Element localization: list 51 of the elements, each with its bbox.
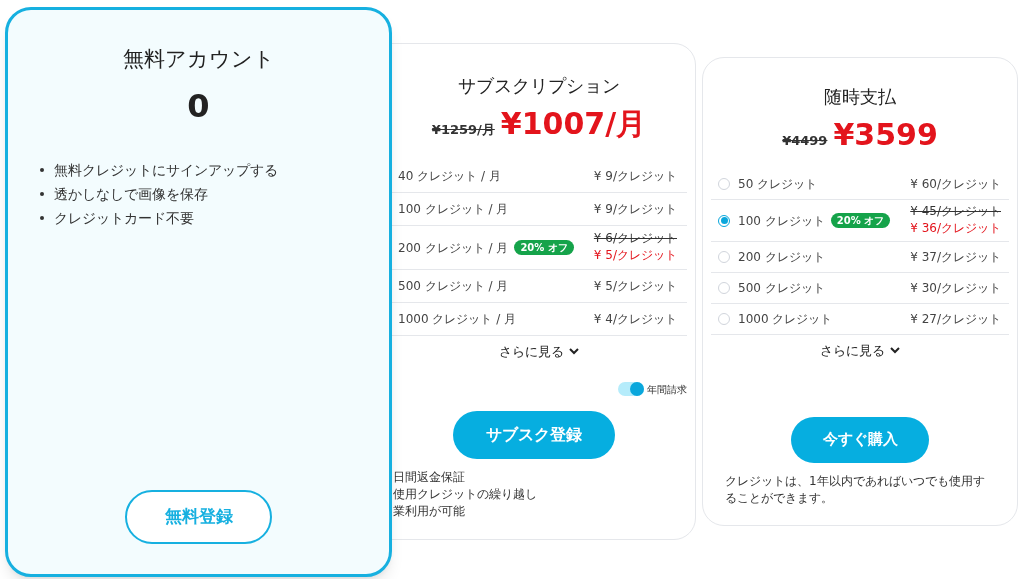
feature-text: クレジットカード不要 (54, 208, 194, 228)
feature-text: 透かしなしで画像を保存 (54, 184, 208, 204)
toggle-switch[interactable] (618, 382, 644, 396)
unit-price: ¥ 27/クレジット (910, 311, 1001, 328)
bullet-icon (40, 168, 44, 172)
unit-price: ¥ 9/クレジット (593, 168, 677, 185)
free-signup-button[interactable]: 無料登録 (125, 490, 272, 544)
feature-text: 無料クレジットにサインアップする (54, 160, 278, 180)
plan-label: 500 クレジット / 月 (398, 278, 509, 295)
plan-label: 1000 クレジット (738, 311, 833, 328)
unit-price: ¥ 36/クレジット (910, 220, 1001, 237)
plan-label: 500 クレジット (738, 280, 825, 297)
price: 0 (187, 85, 210, 127)
plan-label: 50 クレジット (738, 176, 818, 193)
subscribe-button[interactable]: サブスク登録 (453, 410, 615, 459)
unit-price: ¥ 30/クレジット (910, 280, 1001, 297)
original-price: ¥4499 (782, 132, 828, 150)
feature-text: 使用クレジットの繰り越し (393, 485, 538, 503)
unit-price: ¥ 37/クレジット (910, 249, 1001, 266)
chevron-down-icon (890, 347, 900, 355)
plan-label: 200 クレジット (738, 249, 825, 266)
unit-price: ¥ 60/クレジット (910, 176, 1001, 193)
original-price: ¥1259/月 (431, 121, 495, 139)
note-text: クレジットは、1年以内であればいつでも使用することができます。 (724, 472, 986, 507)
unit-price: ¥ 5/クレジット (593, 247, 677, 264)
discount-badge: 20% オフ (514, 240, 574, 255)
plan-label: 40 クレジット / 月 (398, 168, 501, 185)
unit-price: ¥ 4/クレジット (593, 311, 677, 328)
toggle-label: 年間請求 (647, 382, 687, 397)
discounted-price: ¥3599 (833, 116, 938, 154)
original-unit-price: ¥ 45/クレジット (910, 204, 1001, 219)
plan-label: 100 クレジット / 月 (398, 201, 509, 218)
see-more-link[interactable]: さらに見る (499, 342, 579, 362)
bullet-icon (40, 192, 44, 196)
see-more-link[interactable]: さらに見る (820, 341, 900, 361)
card-title: サブスクリプション (457, 74, 621, 98)
feature-text: 日間返金保証 (393, 468, 466, 486)
plan-label: 100 クレジット (738, 212, 825, 230)
buy-now-button[interactable]: 今すぐ購入 (791, 416, 929, 463)
plan-label: 1000 クレジット / 月 (398, 311, 517, 328)
discounted-price: ¥1007/月 (500, 105, 647, 143)
unit-price: ¥ 5/クレジット (593, 278, 677, 295)
chevron-down-icon (569, 348, 579, 356)
feature-text: 業利用が可能 (393, 502, 466, 520)
card-title: 無料アカウント (122, 46, 275, 73)
discount-badge: 20% オフ (830, 213, 891, 228)
unit-price: ¥ 9/クレジット (593, 201, 677, 218)
bullet-icon (40, 216, 44, 220)
card-title: 随時支払 (823, 85, 897, 109)
original-unit-price: ¥ 6/クレジット (593, 231, 677, 246)
plan-label: 200 クレジット / 月 (398, 239, 509, 257)
